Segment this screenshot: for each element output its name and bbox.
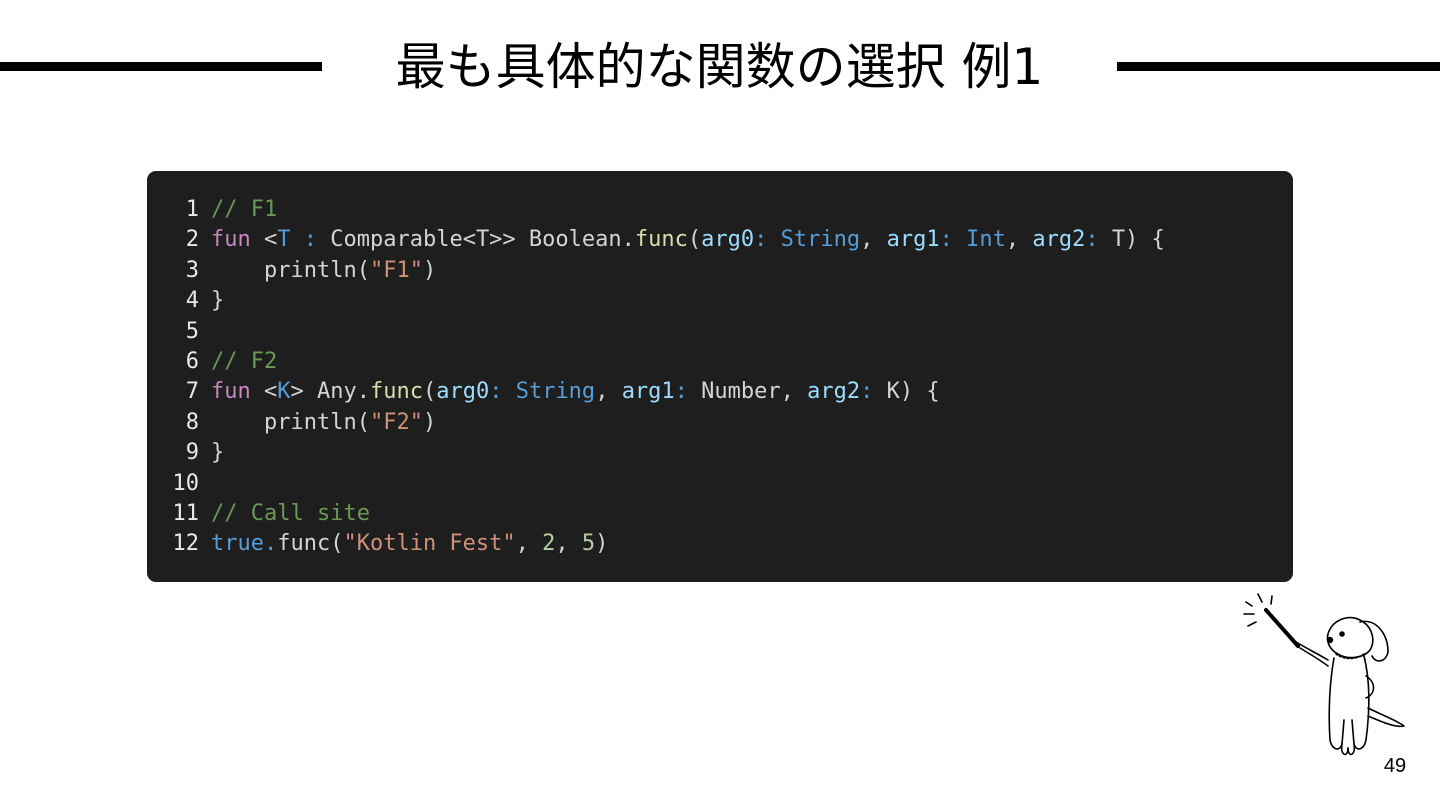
code-token: ) bbox=[422, 257, 437, 283]
code-line: 12 true.func("Kotlin Fest", 2, 5) bbox=[159, 529, 1293, 559]
line-content bbox=[211, 469, 1293, 499]
line-content: fun <T : Comparable<T>> Boolean.func(arg… bbox=[211, 225, 1293, 255]
page-number: 49 bbox=[1383, 755, 1407, 777]
line-number: 10 bbox=[172, 470, 200, 496]
line-content: // Call site bbox=[211, 499, 1293, 529]
line-content: } bbox=[211, 438, 1293, 468]
line-content: println("F1") bbox=[211, 256, 1293, 286]
line-number: 12 bbox=[172, 531, 200, 557]
code-token: Comparable<T>> Boolean. bbox=[317, 227, 635, 253]
code-token: arg1 bbox=[621, 379, 675, 405]
code-token: println( bbox=[211, 257, 370, 283]
code-token: // Call site bbox=[211, 500, 370, 526]
code-token: < bbox=[250, 379, 278, 405]
line-number: 11 bbox=[172, 500, 200, 526]
line-content: true.func("Kotlin Fest", 2, 5) bbox=[211, 529, 1293, 559]
code-line: 2 fun <T : Comparable<T>> Boolean.func(ar… bbox=[159, 225, 1293, 255]
code-token: fun bbox=[211, 227, 251, 253]
code-token: fun bbox=[211, 379, 251, 405]
line-number: 8 bbox=[185, 409, 199, 435]
code-line: 6 // F2 bbox=[159, 347, 1293, 377]
code-line: 5 bbox=[159, 317, 1293, 347]
code-token: "F1" bbox=[369, 257, 423, 283]
code-token: : bbox=[860, 379, 887, 405]
code-token: arg0 bbox=[436, 379, 490, 405]
line-number: 4 bbox=[185, 288, 199, 314]
line-content bbox=[211, 317, 1293, 347]
code-token: 5 bbox=[581, 531, 596, 557]
slide-title: 最も具体的な関数の選択 例1 bbox=[395, 38, 1044, 96]
line-content: println("F2") bbox=[211, 408, 1293, 438]
code-token: . bbox=[263, 531, 278, 557]
title-rule-right bbox=[1117, 62, 1440, 71]
code-token: T bbox=[277, 227, 291, 253]
line-number: 7 bbox=[185, 379, 199, 405]
code-token: } bbox=[211, 288, 225, 314]
line-number: 6 bbox=[185, 348, 199, 374]
code-token: arg2 bbox=[1032, 227, 1086, 253]
code-token: K bbox=[277, 379, 291, 405]
code-token: : bbox=[754, 227, 781, 253]
code-token: ( bbox=[687, 227, 702, 253]
code-token: 2 bbox=[542, 531, 556, 557]
code-token: T) { bbox=[1111, 227, 1165, 253]
code-token: true bbox=[211, 531, 264, 557]
code-token: K) { bbox=[886, 379, 940, 405]
code-token: < bbox=[250, 227, 278, 253]
code-token: Number, bbox=[701, 379, 808, 405]
line-content: fun <K> Any.func(arg0: String, arg1: Num… bbox=[211, 377, 1293, 407]
line-number: 1 bbox=[185, 197, 199, 222]
code-token: arg0 bbox=[701, 227, 755, 253]
code-token: String bbox=[515, 379, 596, 405]
code-token: func( bbox=[277, 531, 344, 557]
code-token: : bbox=[674, 379, 702, 405]
code-token: arg1 bbox=[886, 227, 940, 253]
dog-pointing-icon bbox=[1243, 593, 1405, 756]
code-token: ) bbox=[422, 409, 437, 435]
code-token: ) bbox=[595, 531, 609, 557]
code-token: : bbox=[489, 379, 516, 405]
code-token: arg2 bbox=[807, 379, 861, 405]
code-line: 11 // Call site bbox=[159, 499, 1293, 529]
code-line: 3 println("F1") bbox=[159, 256, 1293, 286]
code-token: , bbox=[555, 531, 582, 557]
line-number: 2 bbox=[185, 227, 199, 253]
code-token: > Any. bbox=[290, 379, 370, 405]
slide: 最も具体的な関数の選択 例1 1// F1 2 fun <T : Comparabl… bbox=[0, 0, 1440, 810]
line-number: 9 bbox=[185, 440, 199, 466]
line-number: 3 bbox=[185, 257, 199, 283]
code-token: func bbox=[369, 379, 423, 405]
code-line: 8 println("F2") bbox=[159, 408, 1293, 438]
code-token: , bbox=[860, 227, 887, 253]
code-token: println( bbox=[211, 409, 370, 435]
code-token: , bbox=[515, 531, 543, 557]
code-token: "F2" bbox=[369, 409, 423, 435]
code-token: : bbox=[939, 227, 967, 253]
code-block: 1// F1 2 fun <T : Comparable<T>> Boolean.f… bbox=[147, 171, 1293, 582]
title-rule-left bbox=[0, 62, 322, 71]
code-line: 9} bbox=[159, 438, 1293, 468]
code-token: , bbox=[1005, 227, 1033, 253]
code-token: String bbox=[780, 227, 861, 253]
code-line: 1 // F1 bbox=[159, 195, 1293, 225]
code-token: // F1 bbox=[211, 197, 278, 222]
code-token: , bbox=[595, 379, 622, 405]
code-token: "Kotlin Fest" bbox=[343, 531, 516, 557]
code-line: 7 fun <K> Any.func(arg0: String, arg1: Nu… bbox=[159, 377, 1293, 407]
code-token: func bbox=[634, 227, 688, 253]
line-content: } bbox=[211, 286, 1293, 316]
code-token: } bbox=[211, 440, 225, 466]
code-token: // F2 bbox=[211, 348, 278, 374]
code-token: : bbox=[303, 227, 317, 253]
code-line: 10 bbox=[159, 469, 1293, 499]
code-line: 4} bbox=[159, 286, 1293, 316]
code-token: Int bbox=[966, 227, 1006, 253]
code-token: : bbox=[1085, 227, 1112, 253]
line-content: // F1 bbox=[211, 195, 1293, 225]
line-content: // F2 bbox=[211, 347, 1293, 377]
code-token: ( bbox=[422, 379, 437, 405]
line-number: 5 bbox=[185, 318, 199, 344]
